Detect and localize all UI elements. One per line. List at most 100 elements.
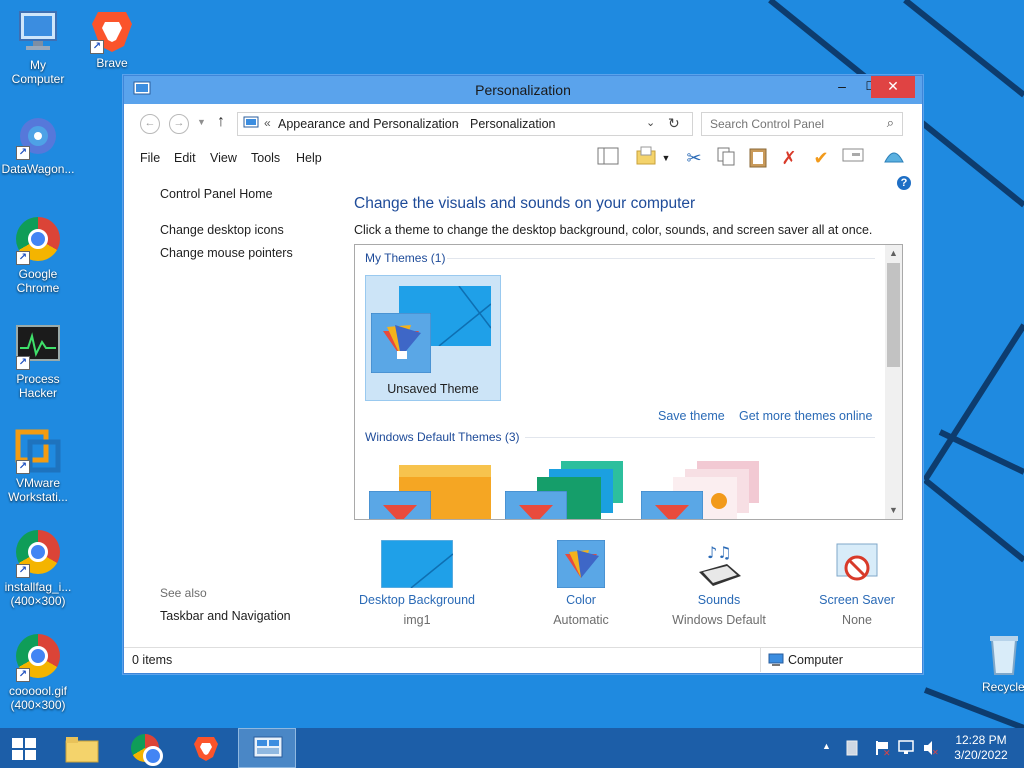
title-bar[interactable]: Personalization – ☐ ✕: [124, 76, 922, 104]
menu-file[interactable]: File: [140, 151, 160, 165]
process-hacker-desktop-icon[interactable]: ↗ Process Hacker: [0, 322, 76, 400]
personalization-window: Personalization – ☐ ✕ ← → ▼ ↑ « Appearan…: [123, 75, 923, 674]
unsaved-theme-tile[interactable]: Unsaved Theme: [365, 275, 501, 401]
desktop-icon-label: Brave: [96, 56, 128, 70]
menu-view[interactable]: View: [210, 151, 237, 165]
menu-help[interactable]: Help: [296, 151, 322, 165]
my-themes-header: My Themes (1): [365, 251, 446, 265]
desktop-background-thumbnail: [380, 539, 454, 589]
folder-options-dropdown-icon[interactable]: ▼: [659, 146, 673, 170]
vmware-desktop-icon[interactable]: ↗ VMware Workstati...: [0, 426, 76, 504]
breadcrumb-personalization[interactable]: Personalization: [470, 117, 555, 131]
refresh-icon[interactable]: ↻: [668, 115, 680, 132]
copy-icon[interactable]: [714, 146, 738, 170]
breadcrumb-overflow[interactable]: «: [264, 116, 271, 130]
get-more-themes-link[interactable]: Get more themes online: [739, 409, 872, 423]
forward-button[interactable]: →: [169, 114, 189, 134]
back-button[interactable]: ←: [140, 114, 160, 134]
taskbar-navigation-link[interactable]: Taskbar and Navigation: [160, 609, 291, 623]
screen-saver-value: None: [842, 613, 872, 627]
change-mouse-pointers-link[interactable]: Change mouse pointers: [160, 246, 293, 260]
paste-clipboard-icon[interactable]: [746, 146, 770, 170]
tray-device-icon[interactable]: [846, 740, 858, 756]
search-input[interactable]: [708, 115, 872, 133]
network-icon[interactable]: [898, 740, 916, 756]
screen-saver-link[interactable]: Screen Saver: [789, 593, 925, 607]
computer-icon: [14, 8, 62, 56]
breadcrumb-separator[interactable]: ›: [455, 116, 459, 130]
taskbar: ▲ ✕ ✕ 12:28 PM 3/20/2022: [0, 728, 1024, 768]
search-box[interactable]: ⌕: [701, 112, 903, 136]
desktop-background-link[interactable]: Desktop Background: [349, 593, 485, 607]
desktop-icon-label: Google Chrome: [16, 267, 60, 295]
recycle-bin-desktop-icon[interactable]: Recycle: [966, 630, 1024, 694]
start-button[interactable]: [0, 728, 48, 768]
installfag-desktop-icon[interactable]: ↗ installfag_i... (400×300): [0, 528, 76, 608]
save-theme-link[interactable]: Save theme: [658, 409, 725, 423]
menu-tools[interactable]: Tools: [251, 151, 280, 165]
properties-icon[interactable]: [841, 146, 865, 170]
page-instruction: Click a theme to change the desktop back…: [354, 223, 873, 237]
clock[interactable]: 12:28 PM 3/20/2022: [950, 733, 1012, 763]
taskbar-control-panel[interactable]: [238, 728, 296, 768]
group-divider: [447, 258, 875, 259]
recent-pages-dropdown-icon[interactable]: ▼: [197, 117, 206, 127]
chrome-icon: ↗: [14, 217, 62, 265]
checkmark-icon[interactable]: ✔: [809, 146, 833, 170]
action-center-flag-icon[interactable]: ✕: [874, 740, 892, 756]
brave-lion-icon: [194, 737, 218, 761]
lines-theme-tile[interactable]: [505, 459, 629, 519]
up-arrow-button[interactable]: ↑: [217, 113, 225, 131]
taskbar-file-explorer[interactable]: [54, 728, 112, 768]
scroll-up-icon[interactable]: ▲: [885, 245, 902, 262]
menu-bar: File Edit View Tools Help ▼ ✂ ✗ ✔ ?: [124, 142, 922, 190]
shortcut-arrow-icon: ↗: [16, 668, 30, 682]
layout-pane-icon[interactable]: [596, 146, 620, 170]
google-chrome-desktop-icon[interactable]: ↗ Google Chrome: [0, 215, 76, 295]
breadcrumb-appearance[interactable]: Appearance and Personalization: [278, 117, 459, 131]
folder-options-icon[interactable]: [634, 146, 658, 170]
my-computer-desktop-icon[interactable]: My Computer: [0, 8, 76, 86]
theme-list[interactable]: My Themes (1) Unsaved Theme Save theme G…: [354, 244, 903, 520]
sounds-item[interactable]: ♪♫ Sounds Windows Default: [651, 540, 787, 627]
delete-x-icon[interactable]: ✗: [777, 146, 801, 170]
show-hidden-icons-button[interactable]: ▲: [822, 741, 831, 751]
scrollbar-thumb[interactable]: [887, 263, 900, 367]
flowers-theme-tile[interactable]: [641, 459, 765, 519]
computer-icon: [768, 653, 784, 666]
menu-edit[interactable]: Edit: [174, 151, 196, 165]
cut-scissors-icon[interactable]: ✂: [682, 146, 706, 170]
datawagon-desktop-icon[interactable]: ↗ DataWagon...: [0, 112, 76, 176]
coooool-gif-desktop-icon[interactable]: ↗ coooool.gif (400×300): [0, 632, 76, 712]
color-item[interactable]: Color Automatic: [513, 539, 649, 627]
change-desktop-icons-link[interactable]: Change desktop icons: [160, 223, 284, 237]
desktop-background-item[interactable]: Desktop Background img1: [349, 539, 485, 627]
shell-icon[interactable]: [882, 146, 906, 170]
taskbar-chrome[interactable]: [116, 728, 174, 768]
desktop-icon-label: installfag_i... (400×300): [4, 580, 72, 608]
search-icon[interactable]: ⌕: [887, 115, 894, 131]
shortcut-arrow-icon: ↗: [16, 460, 30, 474]
theme-list-scrollbar[interactable]: ▲ ▼: [885, 245, 902, 519]
taskbar-brave[interactable]: [178, 728, 236, 768]
address-dropdown-icon[interactable]: ⌄: [646, 116, 655, 129]
volume-muted-icon[interactable]: ✕: [922, 740, 940, 756]
scroll-down-icon[interactable]: ▼: [885, 502, 902, 519]
sounds-link[interactable]: Sounds: [651, 593, 787, 607]
shortcut-arrow-icon: ↗: [16, 564, 30, 578]
color-swatch-fan-icon: [371, 313, 431, 373]
item-count: 0 items: [132, 653, 173, 667]
close-button[interactable]: ✕: [871, 76, 915, 98]
brave-desktop-icon[interactable]: ↗ Brave: [74, 6, 150, 70]
windows-theme-tile[interactable]: [369, 463, 493, 519]
color-link[interactable]: Color: [513, 593, 649, 607]
screen-saver-item[interactable]: Screen Saver None: [789, 540, 925, 627]
address-bar[interactable]: « Appearance and Personalization › Perso…: [237, 112, 693, 136]
default-themes-header: Windows Default Themes (3): [365, 430, 520, 444]
control-panel-home-link[interactable]: Control Panel Home: [160, 187, 273, 201]
svg-text:✕: ✕: [883, 749, 891, 756]
status-location: Computer: [788, 653, 843, 667]
minimize-button[interactable]: –: [828, 76, 856, 98]
desktop-icon-label: VMware Workstati...: [8, 476, 68, 504]
control-panel-icon: [253, 736, 283, 758]
